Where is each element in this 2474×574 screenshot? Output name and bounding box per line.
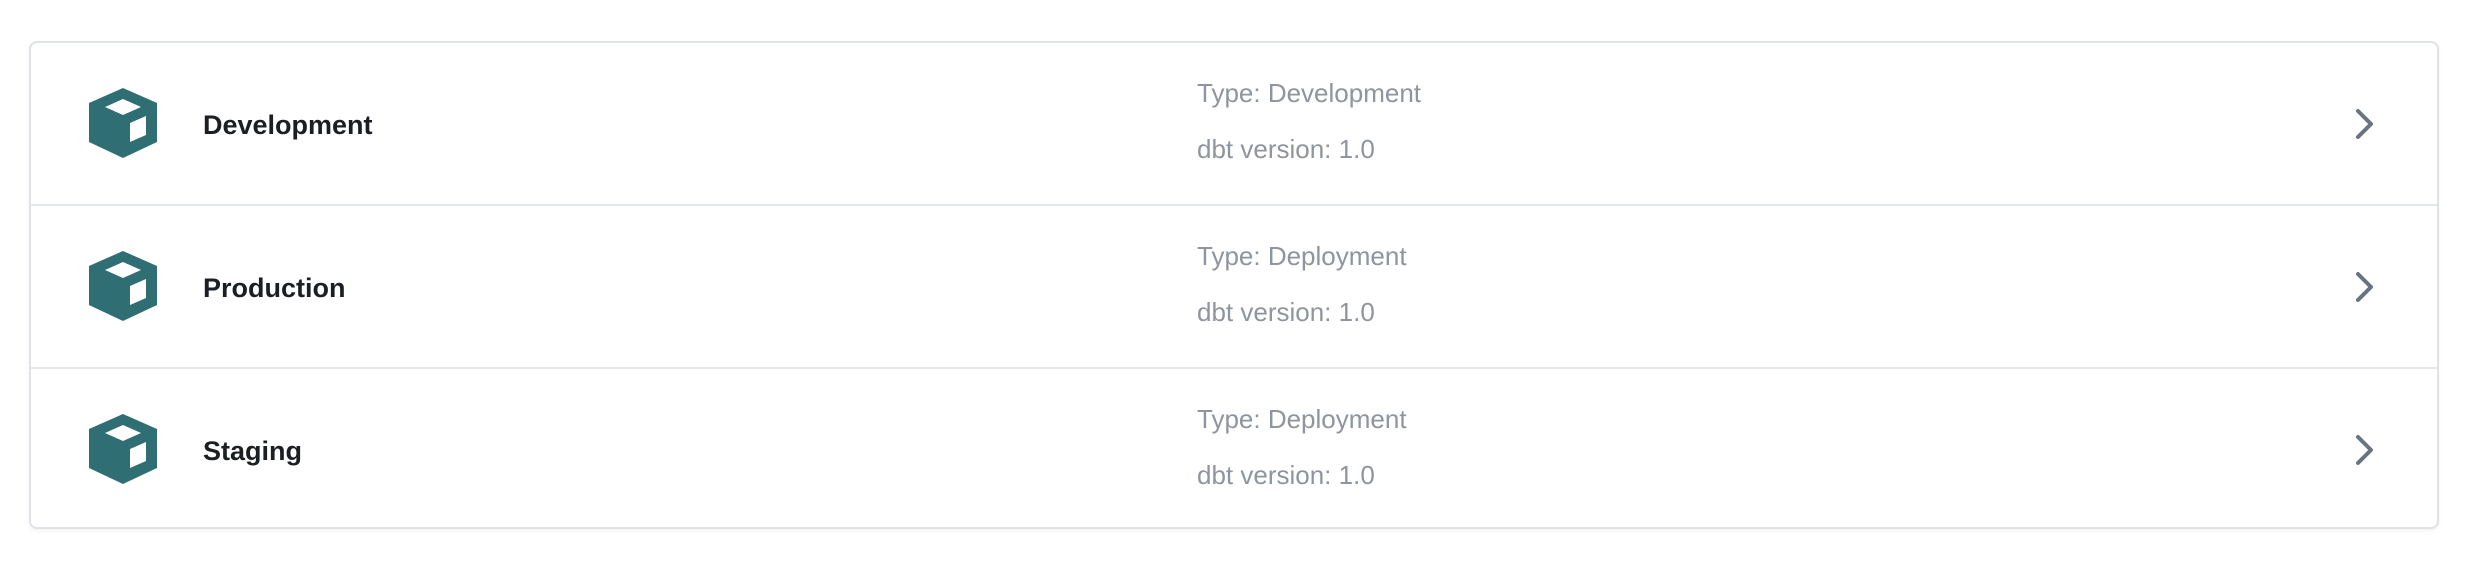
environment-dbt-version: dbt version: 1.0: [1197, 134, 1375, 164]
environment-name: Staging: [203, 436, 302, 466]
environment-list: Development Type: Development dbt versio…: [29, 41, 2439, 529]
environment-type: Type: Development: [1197, 78, 1422, 108]
environment-row-development[interactable]: Development Type: Development dbt versio…: [31, 43, 2437, 206]
environment-type: Type: Deployment: [1197, 404, 1407, 434]
environment-row-staging[interactable]: Staging Type: Deployment dbt version: 1.…: [31, 369, 2437, 527]
cube-icon: [86, 86, 160, 160]
cube-icon: [86, 412, 160, 486]
cube-icon: [86, 249, 160, 323]
chevron-right-icon[interactable]: [2353, 432, 2377, 468]
environment-dbt-version: dbt version: 1.0: [1197, 460, 1375, 490]
environment-meta: Type: Deployment dbt version: 1.0: [1197, 238, 1797, 330]
chevron-right-icon[interactable]: [2353, 269, 2377, 305]
environment-name: Production: [203, 273, 346, 303]
environment-name: Development: [203, 110, 373, 140]
chevron-right-icon[interactable]: [2353, 106, 2377, 142]
environment-meta: Type: Deployment dbt version: 1.0: [1197, 401, 1797, 493]
environment-row-production[interactable]: Production Type: Deployment dbt version:…: [31, 206, 2437, 369]
environment-dbt-version: dbt version: 1.0: [1197, 297, 1375, 327]
environment-meta: Type: Development dbt version: 1.0: [1197, 75, 1797, 167]
environment-type: Type: Deployment: [1197, 241, 1407, 271]
